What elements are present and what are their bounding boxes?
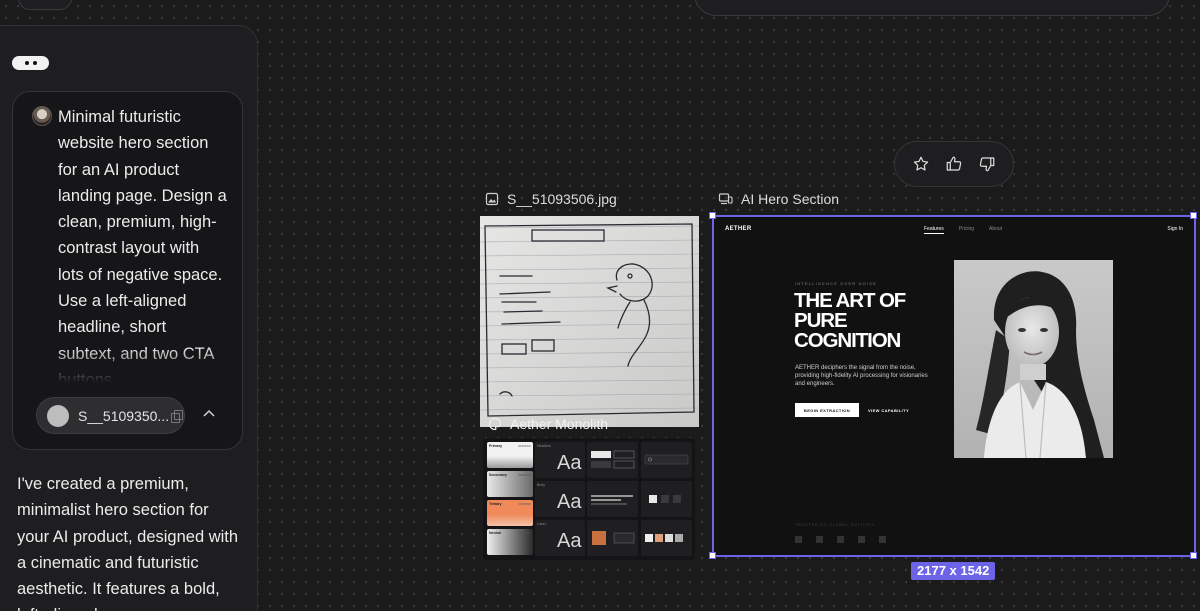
- swatch-primary: Primary #FFFFFF: [487, 442, 533, 468]
- resize-handle-bottom-right[interactable]: [1190, 552, 1197, 559]
- prompt-fade: [13, 347, 242, 387]
- hero-headline: THE ART OF PURE COGNITION: [794, 289, 906, 352]
- attachment-name: S__5109350...: [78, 407, 170, 424]
- copy-icon[interactable]: [171, 409, 184, 423]
- user-prompt-card: Minimal futuristic website hero section …: [12, 91, 243, 450]
- design-system-card[interactable]: Primary #FFFFFF Secondary #E5E5E5 Tertiary…: [483, 438, 695, 560]
- hero-node-label[interactable]: AI Hero Section: [718, 191, 839, 207]
- hero-preview[interactable]: AETHER Features Pricing About Sign In IN…: [713, 216, 1195, 556]
- view-capability-button[interactable]: VIEW CAPABILITY: [868, 403, 909, 417]
- trusted-logos: [795, 536, 886, 543]
- attachment-thumbnail: [47, 404, 69, 427]
- design-node-name: Aether Monolith: [510, 416, 609, 432]
- hero-eyebrow: INTELLIGENCE OVER NOISE: [795, 282, 878, 286]
- buttons-sample: [587, 442, 638, 478]
- design-node-label[interactable]: Aether Monolith: [488, 416, 608, 432]
- icon-buttons-sample: [587, 520, 638, 556]
- assistant-response: I've created a premium, minimalist hero …: [17, 475, 239, 611]
- avatar: [32, 106, 52, 126]
- begin-extraction-button[interactable]: BEGIN EXTRACTION: [795, 403, 859, 417]
- search-sample: [641, 442, 692, 478]
- hero-signin-link[interactable]: Sign In: [1167, 226, 1183, 232]
- hero-nav-pricing[interactable]: Pricing: [959, 226, 974, 234]
- chevron-up-icon[interactable]: [202, 407, 216, 421]
- trusted-by-label: TRUSTED BY GLOBAL ENTITIES: [795, 523, 875, 527]
- hero-logo[interactable]: AETHER: [725, 226, 751, 232]
- resize-handle-bottom-left[interactable]: [709, 552, 716, 559]
- type-body: Body Aa: [535, 481, 585, 517]
- thumbs-up-icon[interactable]: [944, 154, 964, 174]
- swatch-neutral: Neutral #000000: [487, 529, 533, 555]
- hero-node-name: AI Hero Section: [741, 191, 840, 207]
- dimensions-badge: 2177 x 1542: [911, 562, 996, 580]
- image-node-name: S__51093506.jpg: [507, 191, 617, 207]
- swatch-tertiary: Tertiary #FF6B35: [487, 500, 533, 526]
- devices-icon: [718, 193, 733, 205]
- image-node-label[interactable]: S__51093506.jpg: [485, 191, 617, 207]
- star-icon[interactable]: [911, 154, 931, 174]
- more-options-button[interactable]: [12, 56, 49, 70]
- swatch-secondary: Secondary #E5E5E5: [487, 471, 533, 497]
- top-input-bar[interactable]: [694, 0, 1170, 16]
- hero-nav-features[interactable]: Features: [924, 226, 944, 234]
- type-label: Label Aa: [535, 520, 585, 556]
- hero-subtext: AETHER deciphers the signal from the noi…: [795, 365, 928, 387]
- type-headline: Headline Aa: [535, 442, 585, 478]
- hero-portrait-image: [954, 260, 1113, 458]
- palette-icon: [488, 417, 502, 431]
- lines-sample: [587, 481, 638, 517]
- hero-nav-about[interactable]: About: [989, 226, 1002, 234]
- resize-handle-top-right[interactable]: [1190, 212, 1197, 219]
- thumbs-down-icon[interactable]: [977, 154, 997, 174]
- hero-nav: Features Pricing About: [924, 226, 1002, 234]
- top-left-control[interactable]: [18, 0, 72, 10]
- reaction-bar: [894, 141, 1014, 187]
- attachment-chip[interactable]: S__5109350...: [36, 397, 185, 434]
- resize-handle-top-left[interactable]: [709, 212, 716, 219]
- chips-sample: [641, 520, 692, 556]
- sketch-image[interactable]: [480, 216, 699, 427]
- toggle-sample: [641, 481, 692, 517]
- image-icon: [485, 192, 499, 206]
